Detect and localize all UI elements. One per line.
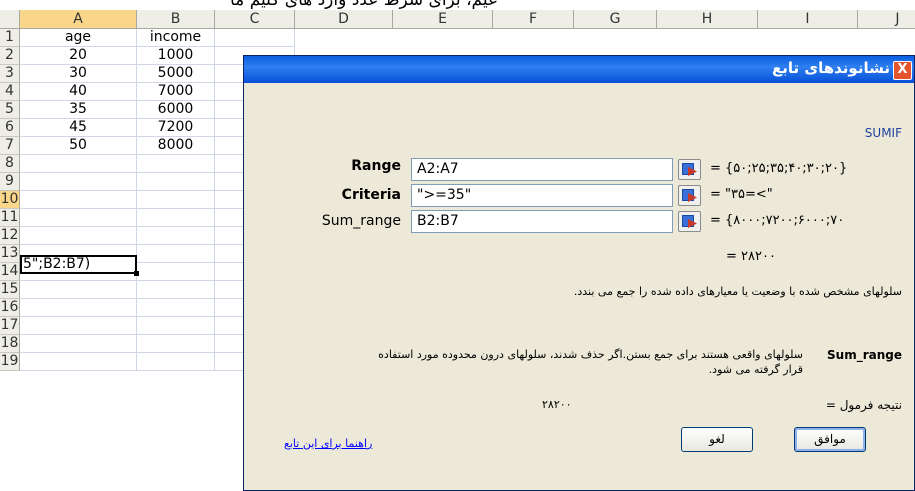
cell-a7[interactable]: 50	[20, 137, 137, 155]
cell-b10[interactable]	[137, 191, 215, 209]
function-description: سلولهای مشخص شده با وضعیت یا معیارهای دا…	[573, 285, 902, 298]
row-header-13[interactable]: 13	[0, 245, 20, 263]
cell-b9[interactable]	[137, 173, 215, 191]
cell-a11[interactable]	[20, 209, 137, 227]
formula-result-inline: = ۲۸۲۰۰	[726, 249, 776, 264]
row-header-18[interactable]: 18	[0, 335, 20, 353]
row-header-14[interactable]: 14	[0, 263, 20, 281]
cell-b15[interactable]	[137, 281, 215, 299]
row-header-19[interactable]: 19	[0, 353, 20, 371]
row-header-4[interactable]: 4	[0, 83, 20, 101]
active-cell-a10[interactable]: 5";B2:B7)	[20, 255, 139, 276]
formula-result-label: نتیجه فرمول =	[825, 398, 902, 412]
cell-b13[interactable]	[137, 245, 215, 263]
row-header-16[interactable]: 16	[0, 299, 20, 317]
function-arguments-dialog: نشانوندهای تابع X SUMIF Range A2:A7 = {۵…	[243, 55, 915, 491]
cell-b2[interactable]: 1000	[137, 47, 215, 65]
range-input[interactable]: A2:A7	[411, 158, 673, 181]
help-link[interactable]: راهنما برای این تابع	[284, 437, 372, 450]
range-label: Range	[351, 158, 401, 174]
cell-b4[interactable]: 7000	[137, 83, 215, 101]
cancel-button[interactable]: لغو	[681, 427, 753, 452]
row-header-6[interactable]: 6	[0, 119, 20, 137]
close-icon[interactable]: X	[893, 61, 912, 80]
cell-a9[interactable]	[20, 173, 137, 191]
cell-b16[interactable]	[137, 299, 215, 317]
cell-b11[interactable]	[137, 209, 215, 227]
row-header-12[interactable]: 12	[0, 227, 20, 245]
column-header-a[interactable]: A	[20, 10, 137, 29]
row-header-5[interactable]: 5	[0, 101, 20, 119]
cell-a18[interactable]	[20, 335, 137, 353]
column-header-i[interactable]: I	[758, 10, 858, 29]
column-header-b[interactable]: B	[137, 10, 215, 29]
row-header-8[interactable]: 8	[0, 155, 20, 173]
cell-a4[interactable]: 40	[20, 83, 137, 101]
row-header-1[interactable]: 1	[0, 29, 20, 47]
sum-range-input[interactable]: B2:B7	[411, 210, 673, 233]
formula-result-value: ۲۸۲۰۰	[542, 398, 572, 411]
dialog-title: نشانوندهای تابع	[771, 59, 890, 77]
row-header-11[interactable]: 11	[0, 209, 20, 227]
current-argument-name: Sum_range	[827, 348, 902, 362]
row-header-15[interactable]: 15	[0, 281, 20, 299]
column-header-c[interactable]: C	[215, 10, 295, 29]
row-header-2[interactable]: 2	[0, 47, 20, 65]
ok-button[interactable]: موافق	[794, 427, 866, 452]
cell-a1[interactable]: age	[20, 29, 137, 47]
criteria-label: Criteria	[341, 187, 401, 203]
cell-a8[interactable]	[20, 155, 137, 173]
row-header-7[interactable]: 7	[0, 137, 20, 155]
sum-range-label: Sum_range	[321, 213, 401, 229]
cell-a10[interactable]	[20, 191, 137, 209]
column-header-g[interactable]: G	[574, 10, 657, 29]
range-result: = {۵۰;۲۵;۳۵;۴۰;۳۰;۲۰}	[710, 161, 848, 176]
cell-b12[interactable]	[137, 227, 215, 245]
range-collapse-button[interactable]	[678, 159, 701, 180]
cell-b18[interactable]	[137, 335, 215, 353]
row-header-17[interactable]: 17	[0, 317, 20, 335]
cell-a3[interactable]: 30	[20, 65, 137, 83]
cell-a16[interactable]	[20, 299, 137, 317]
cell-c1[interactable]	[215, 29, 295, 47]
dialog-titlebar[interactable]: نشانوندهای تابع X	[244, 56, 914, 83]
cell-a6[interactable]: 45	[20, 119, 137, 137]
sum-range-collapse-button[interactable]	[678, 211, 701, 232]
row-header-9[interactable]: 9	[0, 173, 20, 191]
criteria-result: = "۳۵=<"	[710, 187, 773, 202]
cell-b1[interactable]: income	[137, 29, 215, 47]
caption-strip: عیم، برای شرط عدد وارد های کنیم ما	[0, 0, 915, 10]
cell-b8[interactable]	[137, 155, 215, 173]
cell-b7[interactable]: 8000	[137, 137, 215, 155]
cell-b5[interactable]: 6000	[137, 101, 215, 119]
cell-b6[interactable]: 7200	[137, 119, 215, 137]
cell-a15[interactable]	[20, 281, 137, 299]
cell-b14[interactable]	[137, 263, 215, 281]
cell-a12[interactable]	[20, 227, 137, 245]
row-header-3[interactable]: 3	[0, 65, 20, 83]
column-header-f[interactable]: F	[493, 10, 574, 29]
sum-range-result: = {۸۰۰۰;۷۲۰۰;۶۰۰۰;۷۰	[710, 213, 845, 228]
column-header-d[interactable]: D	[295, 10, 393, 29]
criteria-input[interactable]: ">=35"	[411, 184, 673, 207]
cell-a2[interactable]: 20	[20, 47, 137, 65]
cell-a5[interactable]: 35	[20, 101, 137, 119]
cell-b17[interactable]	[137, 317, 215, 335]
column-header-j[interactable]: J	[858, 10, 915, 29]
column-header-e[interactable]: E	[393, 10, 493, 29]
cell-a17[interactable]	[20, 317, 137, 335]
select-all-corner[interactable]	[0, 10, 20, 29]
cell-b3[interactable]: 5000	[137, 65, 215, 83]
cell-a19[interactable]	[20, 353, 137, 371]
caption-text: عیم، برای شرط عدد وارد های کنیم ما	[230, 0, 499, 10]
column-header-h[interactable]: H	[657, 10, 758, 29]
criteria-collapse-button[interactable]	[678, 185, 701, 206]
function-name: SUMIF	[864, 126, 902, 140]
current-argument-description: سلولهای واقعی هستند برای جمع بستن.اگر حذ…	[378, 348, 803, 376]
row-header-10[interactable]: 10	[0, 191, 20, 209]
cell-b19[interactable]	[137, 353, 215, 371]
